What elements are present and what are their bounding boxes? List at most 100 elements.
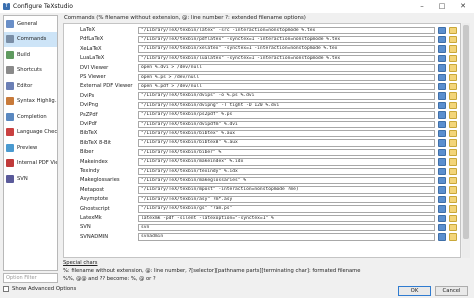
sidebar-item[interactable]: Build xyxy=(4,47,57,63)
command-input[interactable]: "/Library/TeX/texbin/xelatex" -synctex=1… xyxy=(138,45,435,53)
sidebar-item[interactable]: Preview xyxy=(4,140,57,156)
save-icon[interactable] xyxy=(438,111,446,119)
save-icon[interactable] xyxy=(438,120,446,128)
command-input[interactable]: "/Library/TeX/texbin/bibtex8" %.aux xyxy=(138,139,435,147)
command-input[interactable]: "/Library/TeX/texbin/makeindex" %.idx xyxy=(138,158,435,166)
command-input[interactable]: "/Library/TeX/texbin/dvipng" -T tight -D… xyxy=(138,101,435,110)
folder-icon[interactable] xyxy=(449,82,457,91)
show-advanced-options[interactable]: Show Advanced Options xyxy=(3,286,76,292)
folder-icon[interactable] xyxy=(449,45,457,53)
sidebar-item[interactable]: General xyxy=(4,16,57,32)
folder-icon[interactable] xyxy=(449,120,457,128)
option-filter-input[interactable]: Option Filter xyxy=(3,273,58,283)
save-icon[interactable] xyxy=(438,139,446,147)
save-icon[interactable] xyxy=(438,73,446,81)
command-row: XeLaTeX "/Library/TeX/texbin/xelatex" -sy… xyxy=(64,45,460,54)
sidebar-item[interactable]: Editor xyxy=(4,78,57,94)
folder-icon[interactable] xyxy=(449,148,457,157)
folder-icon[interactable] xyxy=(449,223,457,232)
save-icon[interactable] xyxy=(438,167,446,175)
save-icon[interactable] xyxy=(438,176,446,185)
command-label: DviPng xyxy=(80,102,99,109)
folder-icon[interactable] xyxy=(449,92,457,100)
command-input[interactable]: "/Library/TeX/texbin/biber" % xyxy=(138,148,435,157)
command-row: DviPs "/Library/TeX/texbin/dvips" -o %.ps… xyxy=(64,92,460,101)
save-icon[interactable] xyxy=(438,82,446,91)
sidebar-item-label: SVN xyxy=(17,175,28,182)
save-icon[interactable] xyxy=(438,233,446,241)
save-icon[interactable] xyxy=(438,54,446,63)
cancel-button[interactable]: Cancel xyxy=(435,286,468,296)
sidebar-item[interactable]: Language Check… xyxy=(4,125,57,141)
save-icon[interactable] xyxy=(438,205,446,213)
save-icon[interactable] xyxy=(438,64,446,72)
folder-icon[interactable] xyxy=(449,101,457,110)
save-icon[interactable] xyxy=(438,223,446,232)
minimize-button[interactable]: – xyxy=(412,0,432,13)
command-input[interactable]: open %.pdf > /dev/null xyxy=(138,82,435,91)
command-input[interactable]: open %.dvi > /dev/null xyxy=(138,64,435,72)
command-input[interactable]: open %.ps > /dev/null xyxy=(138,73,435,81)
command-input[interactable]: "/Library/TeX/texbin/makeglossaries" % xyxy=(138,176,435,185)
folder-icon[interactable] xyxy=(449,64,457,72)
folder-icon[interactable] xyxy=(449,205,457,213)
save-icon[interactable] xyxy=(438,45,446,53)
folder-icon[interactable] xyxy=(449,214,457,222)
save-icon[interactable] xyxy=(438,129,446,138)
command-input[interactable]: "/Library/TeX/texbin/texindy" %.idx xyxy=(138,167,435,175)
maximize-button[interactable]: □ xyxy=(432,0,452,13)
folder-icon[interactable] xyxy=(449,54,457,63)
folder-icon[interactable] xyxy=(449,176,457,185)
save-icon[interactable] xyxy=(438,186,446,194)
sidebar-item[interactable]: Shortcuts xyxy=(4,63,57,79)
command-row: BibTeX 8-Bit "/Library/TeX/texbin/bibtex8… xyxy=(64,139,460,148)
folder-icon[interactable] xyxy=(449,35,457,44)
scrollbar-thumb[interactable] xyxy=(463,25,469,239)
folder-icon[interactable] xyxy=(449,129,457,138)
command-label: Ghostscript xyxy=(80,205,110,212)
command-input[interactable]: "/Library/TeX/texbin/gs" "?am.ps" xyxy=(138,205,435,213)
close-button[interactable]: ✕ xyxy=(452,0,474,13)
commands-scrollbar[interactable] xyxy=(462,23,470,258)
folder-icon[interactable] xyxy=(449,139,457,147)
command-input[interactable]: "/Library/TeX/texbin/bibtex" %.aux xyxy=(138,129,435,138)
command-input[interactable]: "/Library/TeX/texbin/dvipdfm" %.dvi xyxy=(138,120,435,128)
sidebar-item[interactable]: SVN xyxy=(4,171,57,187)
command-input[interactable]: svn xyxy=(138,223,435,232)
folder-icon[interactable] xyxy=(449,186,457,194)
folder-icon[interactable] xyxy=(449,158,457,166)
command-input[interactable]: "/Library/TeX/texbin/latex" -src -intera… xyxy=(138,26,435,34)
save-icon[interactable] xyxy=(438,158,446,166)
save-icon[interactable] xyxy=(438,35,446,44)
command-input[interactable]: "/Library/TeX/texbin/lualatex" -synctex=… xyxy=(138,54,435,63)
save-icon[interactable] xyxy=(438,92,446,100)
sidebar-item[interactable]: Internal PDF Viewer xyxy=(4,156,57,172)
advanced-options-checkbox[interactable] xyxy=(3,286,9,292)
ok-button[interactable]: OK xyxy=(398,286,431,296)
sidebar-item[interactable]: Syntax Highlig… xyxy=(4,94,57,110)
command-input[interactable]: svnadmin xyxy=(138,233,435,241)
folder-icon[interactable] xyxy=(449,73,457,81)
command-input[interactable]: "/Library/TeX/texbin/ps2pdf" %.ps xyxy=(138,111,435,119)
save-icon[interactable] xyxy=(438,148,446,157)
folder-icon[interactable] xyxy=(449,233,457,241)
save-icon[interactable] xyxy=(438,214,446,222)
sidebar-item[interactable]: Commands xyxy=(4,31,57,47)
command-input[interactable]: "/Library/TeX/texbin/asy" ?m*.asy xyxy=(138,195,435,204)
command-row: Texindy "/Library/TeX/texbin/texindy" %.i… xyxy=(64,167,460,176)
sidebar-item[interactable]: Completion xyxy=(4,109,57,125)
command-input[interactable]: "/Library/TeX/texbin/pdflatex" -synctex=… xyxy=(138,35,435,44)
completion-icon xyxy=(6,112,14,121)
folder-icon[interactable] xyxy=(449,195,457,204)
folder-icon[interactable] xyxy=(449,167,457,175)
command-input[interactable]: latexmk -pdf -silent -latexoption="-sync… xyxy=(138,214,435,222)
save-icon[interactable] xyxy=(438,26,446,34)
save-icon[interactable] xyxy=(438,195,446,204)
command-input[interactable]: "/Library/TeX/texbin/mpost" -interaction… xyxy=(138,186,435,194)
folder-icon[interactable] xyxy=(449,111,457,119)
folder-icon[interactable] xyxy=(449,26,457,34)
save-icon[interactable] xyxy=(438,101,446,110)
command-input[interactable]: "/Library/TeX/texbin/dvips" -o %.ps %.dv… xyxy=(138,92,435,100)
svn-icon xyxy=(6,174,14,183)
command-row: PdfLaTeX "/Library/TeX/texbin/pdflatex" -… xyxy=(64,35,460,44)
